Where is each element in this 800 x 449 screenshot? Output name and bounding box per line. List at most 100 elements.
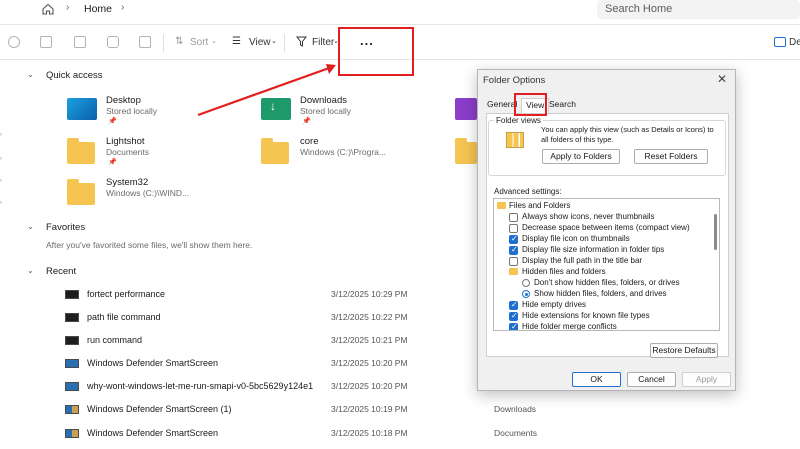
tree-root-label: Files and Folders (509, 201, 571, 210)
quick-access-item-name[interactable]: Downloads (300, 95, 347, 106)
navigation-pane[interactable]: › › › › (0, 60, 8, 449)
recent-item-location: Documents (494, 428, 537, 438)
apply-button[interactable]: Apply (682, 372, 731, 387)
download-arrow-icon: ↓ (270, 99, 276, 113)
folder-icon (261, 138, 289, 164)
delete-icon[interactable] (139, 36, 151, 48)
radio-dont-show-hidden[interactable] (522, 279, 530, 287)
tree-item-label: Hide folder merge conflicts (522, 322, 617, 331)
tree-item-label: Hide empty drives (522, 300, 587, 309)
advanced-settings-tree[interactable]: Files and Folders Always show icons, nev… (493, 198, 720, 331)
recent-item-date: 3/12/2025 10:21 PM (331, 335, 408, 345)
folder-views-description: You can apply this view (such as Details… (541, 125, 714, 144)
folder-views-icon (506, 132, 524, 148)
recent-item-location: Downloads (494, 404, 537, 414)
videos-folder-icon (455, 98, 477, 120)
section-favorites[interactable]: Favorites (46, 222, 85, 233)
folder-icon (67, 138, 95, 164)
chevron-down-icon: ⌄ (211, 38, 217, 45)
quick-access-item-name[interactable]: core (300, 136, 318, 147)
chevron-right-icon[interactable]: › (121, 2, 124, 13)
tab-general[interactable]: General (487, 99, 517, 109)
recent-item-name: why-wont-windows-let-me-run-smapi-v0-5bc… (87, 381, 314, 391)
tab-search[interactable]: Search (549, 99, 576, 109)
scrollbar-thumb[interactable] (714, 214, 717, 250)
image-file-icon (65, 405, 79, 414)
tree-group-label: Hidden files and folders (522, 267, 606, 276)
image-file-icon (65, 359, 79, 368)
filter-icon[interactable] (295, 36, 308, 47)
toolbar-divider (163, 34, 164, 52)
rename-icon[interactable] (74, 36, 86, 48)
toolbar-divider (284, 34, 285, 52)
quick-access-item-location: Stored locally (300, 106, 352, 116)
downloads-folder-icon (261, 98, 291, 120)
collapse-chevron-icon[interactable]: ⌄ (27, 266, 34, 275)
ok-button[interactable]: OK (572, 372, 621, 387)
sort-button[interactable]: Sort (190, 37, 208, 48)
image-file-icon (65, 429, 79, 438)
nav-dot: › (0, 178, 2, 184)
sort-icon[interactable]: ⇅ (175, 36, 183, 47)
folder-icon (67, 179, 95, 205)
quick-access-item-name[interactable]: Desktop (106, 95, 141, 106)
radio-show-hidden[interactable] (522, 290, 530, 298)
restore-defaults-button[interactable]: Restore Defaults (650, 343, 718, 358)
checkbox-full-path[interactable] (509, 257, 518, 266)
checkbox-file-icon-thumbnails[interactable] (509, 234, 518, 244)
nav-dot: › (0, 200, 2, 206)
section-recent[interactable]: Recent (46, 266, 76, 277)
nav-dot: › (0, 132, 2, 138)
filter-button[interactable]: Filter (312, 37, 334, 48)
recent-item-date: 3/12/2025 10:22 PM (331, 312, 408, 322)
image-file-icon (65, 382, 79, 391)
pin-icon: 📌 (302, 118, 311, 125)
folder-icon (509, 268, 518, 275)
collapse-chevron-icon[interactable]: ⌄ (27, 70, 34, 79)
desktop-folder-icon (67, 98, 97, 120)
quick-access-item-name[interactable]: Lightshot (106, 136, 145, 147)
image-file-icon (65, 336, 79, 345)
paste-icon[interactable] (40, 36, 52, 48)
checkbox-compact-view[interactable] (509, 224, 518, 233)
checkbox-hide-empty-drives[interactable] (509, 300, 518, 310)
checkbox-always-show-icons[interactable] (509, 213, 518, 222)
recent-row[interactable]: Windows Defender SmartScreen 3/12/2025 1… (60, 425, 800, 445)
cancel-button[interactable]: Cancel (627, 372, 676, 387)
breadcrumb-home[interactable]: Home (84, 3, 112, 15)
annotation-highlight-view-tab (514, 93, 547, 116)
reset-folders-button[interactable]: Reset Folders (634, 149, 708, 164)
recent-item-date: 3/12/2025 10:29 PM (331, 289, 408, 299)
recent-item-name: fortect performance (87, 289, 166, 299)
folder-options-dialog: Folder Options ✕ General View Search Fol… (477, 69, 736, 391)
quick-access-item-location: Stored locally (106, 106, 158, 116)
recent-row[interactable]: Windows Defender SmartScreen (1) 3/12/20… (60, 401, 800, 421)
view-icon[interactable]: ☰ (232, 36, 241, 47)
folder-views-label: Folder views (494, 116, 543, 125)
collapse-chevron-icon[interactable]: ⌄ (27, 222, 34, 231)
recent-item-date: 3/12/2025 10:20 PM (331, 381, 408, 391)
home-icon[interactable] (41, 2, 55, 16)
quick-access-item-location: Documents (106, 147, 149, 157)
search-input[interactable]: Search Home (597, 0, 800, 19)
checkbox-hide-extensions[interactable] (509, 311, 518, 321)
view-button[interactable]: View (249, 37, 271, 48)
tree-item-label: Hide extensions for known file types (522, 311, 650, 320)
quick-access-item-name[interactable]: System32 (106, 177, 148, 188)
section-quick-access[interactable]: Quick access (46, 70, 103, 81)
details-button[interactable]: De (789, 37, 800, 48)
image-file-icon (65, 313, 79, 322)
quick-access-item-location: Windows (C:)\Progra... (300, 147, 386, 157)
advanced-settings-label: Advanced settings: (494, 187, 562, 196)
apply-to-folders-button[interactable]: Apply to Folders (542, 149, 620, 164)
copy-icon[interactable] (8, 36, 20, 48)
share-icon[interactable] (107, 36, 119, 48)
chevron-right-icon: › (66, 2, 70, 13)
details-pane-icon[interactable] (774, 37, 786, 47)
tree-scrollbar[interactable] (714, 202, 717, 327)
close-icon[interactable]: ✕ (717, 72, 727, 86)
tree-item-label: Display file icon on thumbnails (522, 234, 630, 243)
checkbox-hide-merge-conflicts[interactable] (509, 322, 518, 330)
checkbox-file-size-info[interactable] (509, 245, 518, 255)
tree-item-label: Display file size information in folder … (522, 245, 665, 254)
